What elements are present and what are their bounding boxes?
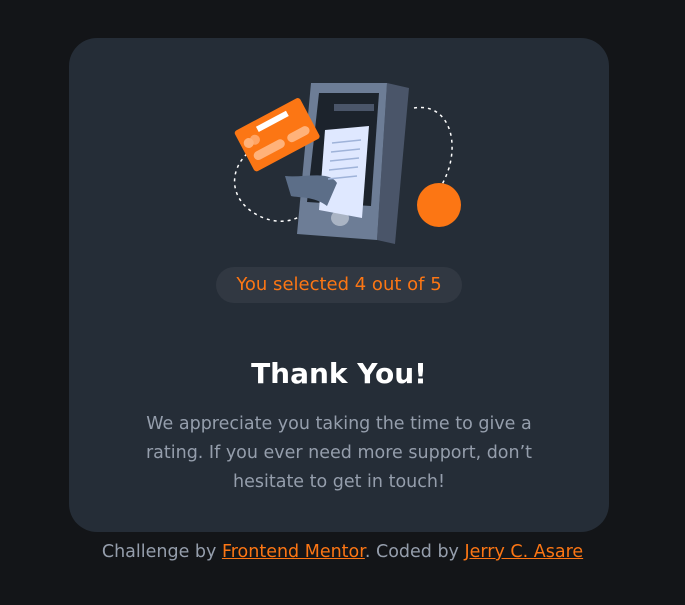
attribution-prefix: Challenge by (101, 542, 222, 562)
thank-you-message: We appreciate you taking the time to giv… (127, 410, 551, 497)
page: You selected 4 out of 5 Thank You! We ap… (0, 0, 685, 605)
frontend-mentor-link[interactable]: Frontend Mentor (222, 542, 365, 562)
orange-dot (417, 183, 461, 227)
attribution-middle: . Coded by (364, 542, 465, 562)
attribution: Challenge by Frontend Mentor. Coded by J… (0, 539, 685, 565)
payment-illustration (233, 83, 461, 244)
message-line: We appreciate you taking the time to giv… (146, 414, 532, 434)
thank-you-title: Thank You! (251, 357, 427, 390)
selected-rating-badge: You selected 4 out of 5 (216, 267, 462, 303)
dashed-orbit-right (413, 106, 453, 197)
message-line: hesitate to get in touch! (233, 472, 445, 492)
author-link[interactable]: Jerry C. Asare (464, 542, 583, 562)
thank-you-card: You selected 4 out of 5 Thank You! We ap… (69, 38, 609, 532)
phone-speaker (334, 104, 374, 111)
message-line: rating. If you ever need more support, d… (145, 443, 533, 463)
